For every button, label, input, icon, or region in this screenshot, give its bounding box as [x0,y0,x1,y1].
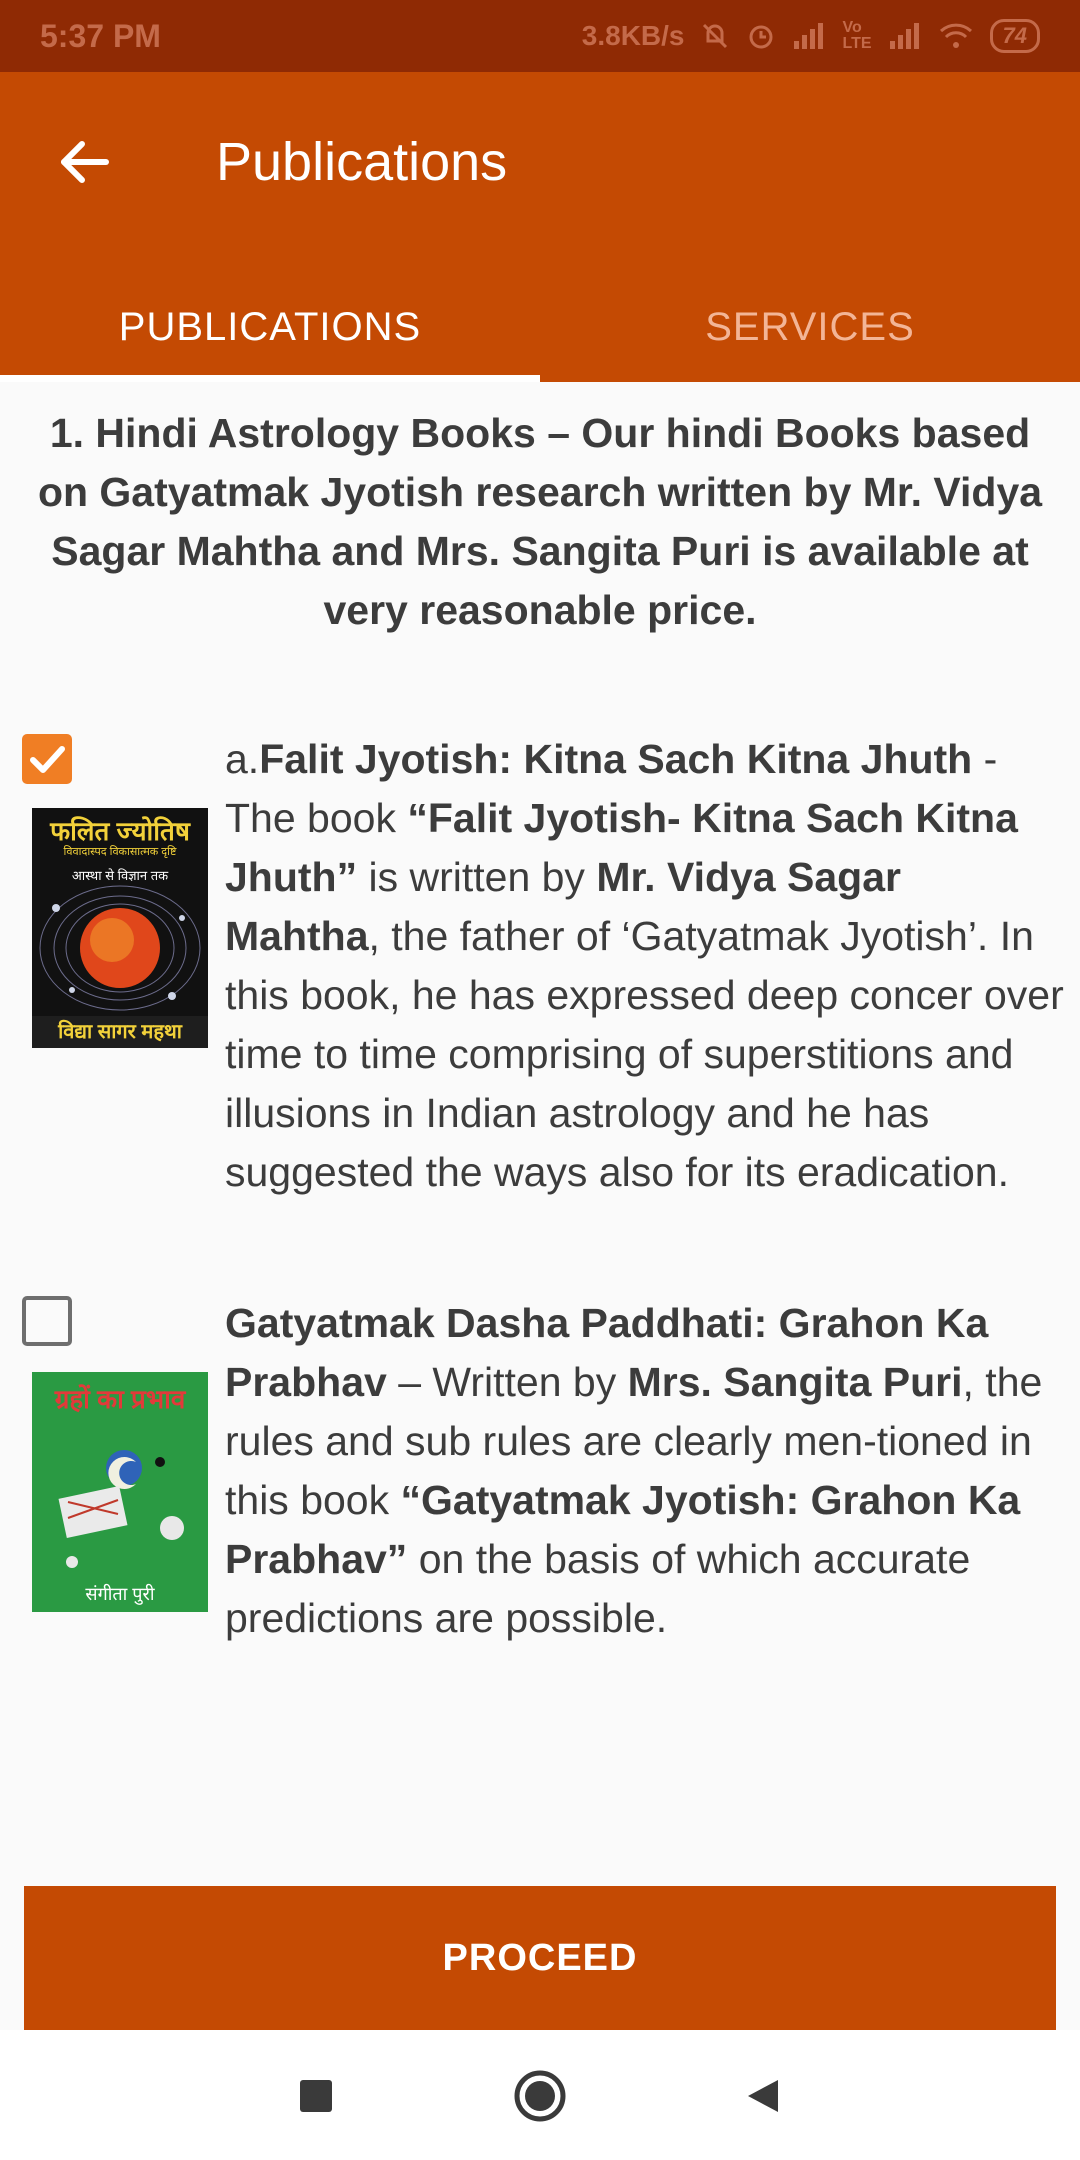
item-prefix: a. [225,736,260,782]
mute-icon [703,23,728,49]
signal-icon [889,23,919,49]
tab-publications[interactable]: PUBLICATIONS [0,272,540,382]
recent-apps-icon [300,2080,332,2112]
signal-icon [794,23,824,49]
proceed-button[interactable]: PROCEED [24,1886,1056,2030]
proceed-label: PROCEED [442,1936,638,1979]
net-speed: 3.8KB/s [581,20,685,51]
app-bar: Publications PUBLICATIONS SERVICES [0,72,1080,382]
tab-services[interactable]: SERVICES [540,272,1080,382]
checkmark-icon [30,746,65,773]
book-author: Mrs. Sangita Puri [627,1359,963,1405]
battery-icon: 74 [989,19,1040,53]
recent-apps-button[interactable] [286,2066,346,2126]
sun-planets-icon [39,885,201,1011]
book-title: Falit Jyotish: Kitna Sach Kitna Jhuth [259,736,973,782]
cover-subtitle: विवादास्पद विकासात्मक दृष्टि [63,846,177,858]
back-nav-button[interactable] [732,2066,792,2126]
cover-author: विद्या सागर महथा [32,1016,208,1048]
tab-indicator [0,375,540,382]
wifi-icon [939,23,972,48]
book-checkbox[interactable] [22,1296,72,1346]
home-icon [514,2070,566,2122]
alarm-icon [749,25,773,49]
book-cover-image: फलित ज्योतिष विवादास्पद विकासात्मक दृष्ट… [32,808,208,1048]
cover-title: ग्रहों का प्रभाव [54,1384,186,1414]
back-icon [748,2080,778,2112]
book-description: a.Falit Jyotish: Kitna Sach Kitna Jhuth … [225,730,1065,1202]
intro-text: 1. Hindi Astrology Books – Our hindi Boo… [37,410,1043,633]
system-nav-bar [0,2030,1080,2160]
planets-icon [58,1450,184,1568]
cover-author: संगीता पुरी [85,1584,155,1604]
publications-content: 1. Hindi Astrology Books – Our hindi Boo… [0,382,1080,640]
page-title: Publications [216,132,508,192]
cover-title: फलित ज्योतिष [50,816,190,846]
status-icons: 3.8KB/s Vo LTE 74 [582,19,1040,53]
tab-bar: PUBLICATIONS SERVICES [0,272,1080,382]
status-time: 5:37 PM [40,17,161,54]
tab-label: SERVICES [705,304,915,349]
text-segment: is written by [357,854,597,900]
book-checkbox[interactable] [22,734,72,784]
arrow-back-icon [61,141,109,183]
book-description: Gatyatmak Dasha Paddhati: Grahon Ka Prab… [225,1294,1065,1648]
status-bar: 5:37 PM 3.8KB/s Vo LTE 74 [0,0,1080,72]
home-button[interactable] [510,2066,570,2126]
book-cover-image: ग्रहों का प्रभाव संगीता पुरी [32,1372,208,1612]
back-button[interactable] [48,126,120,198]
volte-icon: Vo LTE [842,19,872,52]
tab-label: PUBLICATIONS [118,304,422,349]
text-segment: – Written by [386,1359,628,1405]
